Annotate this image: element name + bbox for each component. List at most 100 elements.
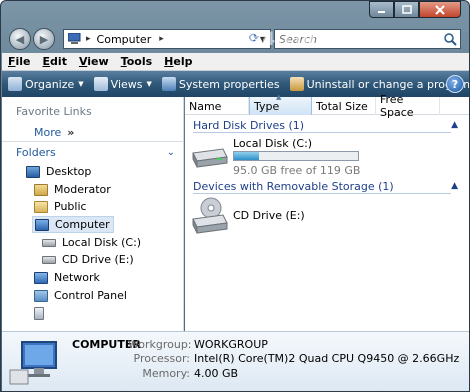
column-headers: Name Type ▲ Total Size Free Space [185,93,469,119]
collapse-group-icon[interactable]: ▲ [451,120,458,130]
column-total-size[interactable]: Total Size [312,97,376,115]
collapse-group-icon[interactable]: ▲ [451,181,458,191]
desktop-icon [26,165,40,178]
column-type[interactable]: Type ▲ [249,93,312,115]
maximize-button[interactable] [394,1,419,18]
column-label: Total Size [316,99,368,113]
back-arrow-icon: ◀ [15,32,25,46]
system-properties-button[interactable]: System properties [161,77,280,91]
search-icon[interactable] [443,32,457,46]
menu-edit[interactable]: Edit [43,55,67,68]
explorer-window: ◀ ▶ ▸ Computer ▸ ▼ ⟳ Search Vistax64.com… [0,0,470,392]
cd-drive-icon [192,197,228,234]
column-label: Type [254,99,280,113]
menu-file[interactable]: File [8,55,31,68]
menu-bar: File Edit View Tools Help [2,53,469,71]
column-free-space[interactable]: Free Space [376,93,440,119]
organize-label: Organize [25,77,75,91]
minimize-icon [378,11,385,13]
close-icon [435,4,445,15]
tree-item-public[interactable]: Public [34,198,87,215]
views-icon [93,77,108,91]
group-label: Devices with Removable Storage (1) [193,180,394,193]
processor-value: Intel(R) Core(TM)2 Quad CPU Q9450 @ 2.66… [194,352,460,365]
chevron-down-icon: ⌄ [166,147,175,158]
tree-item-moderator[interactable]: Moderator [34,181,111,198]
recycle-bin-icon [34,307,44,320]
more-link[interactable]: More » [34,126,74,139]
forward-button[interactable]: ▶ [33,28,55,50]
disk-usage-fill [234,152,259,160]
computer-icon [68,33,81,44]
tree-item-label: Computer [55,218,110,231]
drive-local-disk[interactable]: Local Disk (C:) 95.0 GB free of 119 GB [189,137,369,177]
organize-button[interactable]: Organize ▼ [8,77,84,91]
folders-header[interactable]: Folders ⌄ [2,141,183,163]
system-properties-label: System properties [178,77,280,91]
folder-icon [34,200,48,213]
processor-label: Processor: [133,352,191,365]
more-label: More [34,126,62,139]
tree-item-network[interactable]: Network [34,269,100,286]
tree-item-cd-drive[interactable]: CD Drive (E:) [42,251,134,268]
tree-item-label: Network [54,271,100,284]
details-pane: COMPUTER Workgroup: WORKGROUP Processor:… [2,331,469,391]
organize-icon [8,77,22,91]
close-button[interactable] [419,1,461,18]
minimize-button[interactable] [369,1,394,18]
drive-cd[interactable]: CD Drive (E:) [189,197,369,237]
folders-label: Folders [16,146,56,159]
menu-tools[interactable]: Tools [121,55,152,68]
drive-free-space: 95.0 GB free of 119 GB [233,164,361,177]
caption-buttons [369,1,461,18]
column-name[interactable]: Name [185,97,249,115]
double-chevron-icon: » [67,126,75,139]
tree-item-label: Moderator [54,183,111,196]
dropdown-arrow-icon: ▼ [78,80,84,88]
address-path[interactable]: Computer [97,33,152,46]
column-label: Free Space [380,93,414,119]
group-label: Hard Disk Drives (1) [193,119,305,132]
maximize-icon [401,5,412,14]
tree-item-label: CD Drive (E:) [62,253,134,266]
tree-item-label: Desktop [46,165,92,178]
tree-item-label: Control Panel [54,289,127,302]
favorite-links-header: Favorite Links [16,105,92,118]
tree-item-desktop[interactable]: Desktop [26,163,91,180]
system-properties-icon [161,77,176,91]
computer-icon [35,218,49,231]
breadcrumb-separator-icon: ▸ [86,34,91,44]
sort-arrow-icon: ▲ [276,93,282,101]
cd-drive-icon [42,255,56,264]
breadcrumb-chevron-icon[interactable]: ▸ [159,34,164,44]
user-folder-icon [34,183,48,196]
hard-drive-icon [42,238,56,247]
views-label: Views [110,77,143,91]
help-button[interactable]: ? [446,75,464,93]
workgroup-value: WORKGROUP [194,338,268,351]
uninstall-program-button[interactable]: Uninstall or change a program [289,77,469,91]
tree-item-computer[interactable]: Computer [32,216,114,233]
back-button[interactable]: ◀ [9,28,31,50]
tree-item-recycle-bin[interactable] [34,305,50,322]
views-button[interactable]: Views ▼ [93,77,152,91]
menu-view[interactable]: View [79,55,109,68]
tree-item-local-disk[interactable]: Local Disk (C:) [42,234,141,251]
drive-name: Local Disk (C:) [233,137,313,150]
tree-item-control-panel[interactable]: Control Panel [34,287,127,304]
uninstall-icon [289,77,304,91]
tree-item-label: Public [54,200,87,213]
group-divider [193,132,451,133]
group-header-removable[interactable]: Devices with Removable Storage (1) [193,180,394,193]
menu-help[interactable]: Help [164,55,192,68]
watermark: Vistax64.com [179,28,330,50]
dropdown-arrow-icon: ▼ [146,80,152,88]
column-label: Name [189,99,222,113]
computer-icon [9,341,57,385]
tree-item-label: Local Disk (C:) [62,236,142,249]
group-header-hard-disk[interactable]: Hard Disk Drives (1) [193,119,304,132]
hard-drive-icon [192,148,228,168]
memory-label: Memory: [142,367,190,380]
navigation-pane: Favorite Links More » Folders ⌄ Desktop M… [2,97,184,331]
network-icon [34,271,48,284]
